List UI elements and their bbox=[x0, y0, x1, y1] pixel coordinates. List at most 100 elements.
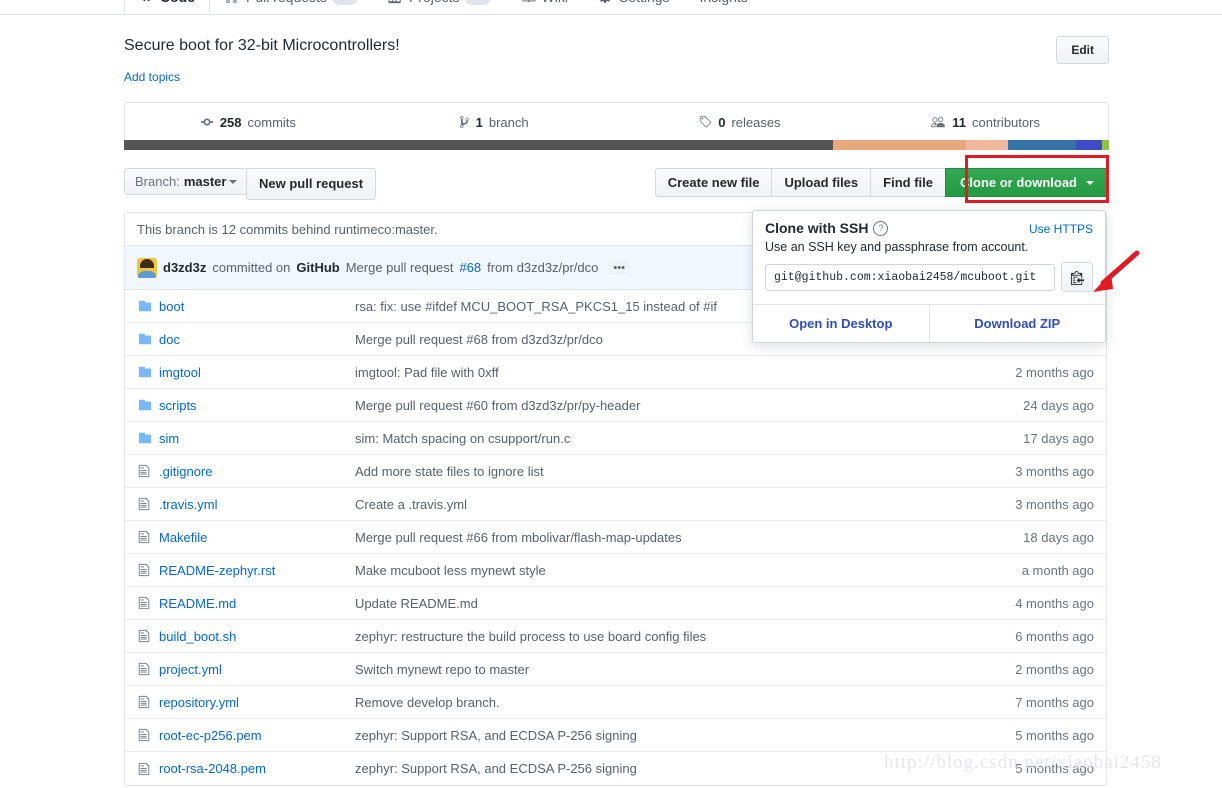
tab-settings-label: Settings bbox=[619, 0, 670, 5]
clone-protocol-title: Clone with SSH ? bbox=[765, 220, 889, 236]
folder-icon bbox=[137, 332, 159, 346]
commit-platform: GitHub bbox=[296, 260, 340, 275]
commit-sha-toggle-button[interactable]: ••• bbox=[608, 260, 630, 275]
file-row: repository.yml Remove develop branch. 7 mo… bbox=[125, 686, 1106, 719]
tab-pull-requests[interactable]: Pull requests 0 bbox=[210, 0, 373, 14]
file-name-link[interactable]: .travis.yml bbox=[159, 497, 355, 512]
file-commit-message[interactable]: zephyr: restructure the build process to… bbox=[355, 629, 974, 644]
create-new-file-button[interactable]: Create new file bbox=[654, 168, 772, 197]
stat-commits[interactable]: 258 commits bbox=[125, 103, 371, 141]
file-commit-message[interactable]: Make mcuboot less mynewt style bbox=[355, 563, 974, 578]
file-icon bbox=[137, 497, 159, 511]
open-in-desktop-button[interactable]: Open in Desktop bbox=[753, 305, 929, 342]
file-name-link[interactable]: README-zephyr.rst bbox=[159, 563, 355, 578]
find-file-button[interactable]: Find file bbox=[870, 168, 945, 197]
use-https-link[interactable]: Use HTTPS bbox=[1029, 222, 1093, 236]
code-icon bbox=[139, 0, 155, 4]
file-commit-age: 2 months ago bbox=[1015, 364, 1094, 380]
commit-author[interactable]: d3zd3z bbox=[163, 260, 206, 275]
clipboard-copy-icon[interactable] bbox=[1061, 262, 1093, 292]
file-commit-message[interactable]: Remove develop branch. bbox=[355, 695, 974, 710]
file-name-link[interactable]: root-ec-p256.pem bbox=[159, 728, 355, 743]
file-name-link[interactable]: doc bbox=[159, 332, 355, 347]
clone-or-download-label: Clone or download bbox=[960, 175, 1077, 190]
file-commit-message[interactable]: Create a .travis.yml bbox=[355, 497, 974, 512]
repo-stats-bar: 258 commits 1 branch 0 releases 11 contr… bbox=[124, 102, 1109, 141]
upload-files-button[interactable]: Upload files bbox=[771, 168, 871, 197]
file-commit-age: a month ago bbox=[1021, 562, 1094, 578]
new-pull-request-button[interactable]: New pull request bbox=[246, 168, 377, 200]
file-name-link[interactable]: scripts bbox=[159, 398, 355, 413]
repo-nav-bar: Code Pull requests 0 Projects 0 bbox=[0, 0, 1222, 15]
tab-projects[interactable]: Projects 0 bbox=[373, 0, 506, 14]
file-commit-age: 6 months ago bbox=[1015, 628, 1094, 644]
clone-panel-footer: Open in Desktop Download ZIP bbox=[753, 304, 1105, 342]
file-commit-age: 5 months ago bbox=[1015, 761, 1094, 776]
file-icon bbox=[137, 530, 159, 544]
tab-wiki[interactable]: Wiki bbox=[506, 0, 583, 14]
language-segment-1 bbox=[833, 140, 967, 150]
add-topics-link[interactable]: Add topics bbox=[124, 70, 180, 84]
file-commit-message[interactable]: imgtool: Pad file with 0xff bbox=[355, 365, 974, 380]
file-name-link[interactable]: README.md bbox=[159, 596, 355, 611]
repo-action-button-group: Create new file Upload files Find file C… bbox=[654, 168, 1109, 197]
tab-pull-requests-label: Pull requests bbox=[246, 0, 327, 5]
tab-insights[interactable]: Insights bbox=[685, 0, 779, 14]
file-row: scripts Merge pull request #60 from d3zd3… bbox=[125, 389, 1106, 422]
file-name-link[interactable]: Makefile bbox=[159, 530, 355, 545]
file-row: Makefile Merge pull request #66 from mbol… bbox=[125, 521, 1106, 554]
file-commit-message[interactable]: Add more state files to ignore list bbox=[355, 464, 974, 479]
file-row: build_boot.sh zephyr: restructure the bui… bbox=[125, 620, 1106, 653]
stat-contributors-value: 11 bbox=[952, 114, 967, 130]
chevron-down-icon bbox=[229, 179, 238, 184]
stat-releases[interactable]: 0 releases bbox=[617, 103, 863, 141]
commit-pr-link[interactable]: #68 bbox=[459, 260, 481, 275]
file-name-link[interactable]: root-rsa-2048.pem bbox=[159, 761, 355, 776]
download-zip-button[interactable]: Download ZIP bbox=[928, 305, 1106, 342]
file-name-link[interactable]: .gitignore bbox=[159, 464, 355, 479]
file-name-link[interactable]: repository.yml bbox=[159, 695, 355, 710]
file-name-link[interactable]: sim bbox=[159, 431, 355, 446]
clone-url-input[interactable] bbox=[765, 263, 1055, 291]
people-icon bbox=[930, 115, 946, 129]
file-commit-message[interactable]: Merge pull request #66 from mbolivar/fla… bbox=[355, 530, 974, 545]
file-name-link[interactable]: boot bbox=[159, 299, 355, 314]
file-name-link[interactable]: imgtool bbox=[159, 365, 355, 380]
file-commit-message[interactable]: zephyr: Support RSA, and ECDSA P-256 sig… bbox=[355, 761, 974, 776]
tab-settings[interactable]: Settings bbox=[583, 0, 685, 14]
file-commit-message[interactable]: Switch mynewt repo to master bbox=[355, 662, 974, 677]
clone-url-row bbox=[753, 262, 1105, 304]
file-commit-age: 5 months ago bbox=[1015, 727, 1094, 743]
stat-branches[interactable]: 1 branch bbox=[371, 103, 617, 141]
tab-wiki-label: Wiki bbox=[542, 0, 568, 5]
repo-toolbar: Branch: master New pull request Create n… bbox=[124, 168, 1109, 200]
commit-message-suffix: from d3zd3z/pr/dco bbox=[487, 260, 599, 275]
folder-icon bbox=[137, 299, 159, 313]
file-row: root-ec-p256.pem zephyr: Support RSA, and… bbox=[125, 719, 1106, 752]
book-icon bbox=[521, 0, 537, 4]
stat-contributors[interactable]: 11 contributors bbox=[862, 103, 1108, 141]
file-row: .travis.yml Create a .travis.yml 3 months … bbox=[125, 488, 1106, 521]
clone-or-download-button[interactable]: Clone or download bbox=[945, 168, 1109, 197]
file-commit-message[interactable]: zephyr: Support RSA, and ECDSA P-256 sig… bbox=[355, 728, 974, 743]
github-repo-page: Code Pull requests 0 Projects 0 bbox=[0, 0, 1222, 788]
file-row: README.md Update README.md 4 months ago bbox=[125, 587, 1106, 620]
language-segment-2 bbox=[966, 140, 1008, 150]
file-name-link[interactable]: build_boot.sh bbox=[159, 629, 355, 644]
file-commit-message[interactable]: Merge pull request #60 from d3zd3z/pr/py… bbox=[355, 398, 974, 413]
file-icon bbox=[137, 695, 159, 709]
stat-releases-value: 0 bbox=[718, 114, 726, 130]
repo-description: Secure boot for 32-bit Microcontrollers! bbox=[124, 37, 400, 54]
file-commit-age: 3 months ago bbox=[1015, 496, 1094, 512]
stat-branches-value: 1 bbox=[475, 114, 483, 130]
file-commit-message[interactable]: sim: Match spacing on csupport/run.c bbox=[355, 431, 974, 446]
language-color-bar bbox=[124, 140, 1109, 150]
file-commit-message[interactable]: Update README.md bbox=[355, 596, 974, 611]
branch-prefix-label: Branch: bbox=[135, 174, 180, 189]
file-row: sim sim: Match spacing on csupport/run.c 1… bbox=[125, 422, 1106, 455]
edit-description-button[interactable]: Edit bbox=[1056, 36, 1109, 64]
tab-code[interactable]: Code bbox=[124, 0, 210, 14]
file-name-link[interactable]: project.yml bbox=[159, 662, 355, 677]
question-icon[interactable]: ? bbox=[873, 220, 889, 236]
branch-select-button[interactable]: Branch: master bbox=[124, 168, 249, 195]
